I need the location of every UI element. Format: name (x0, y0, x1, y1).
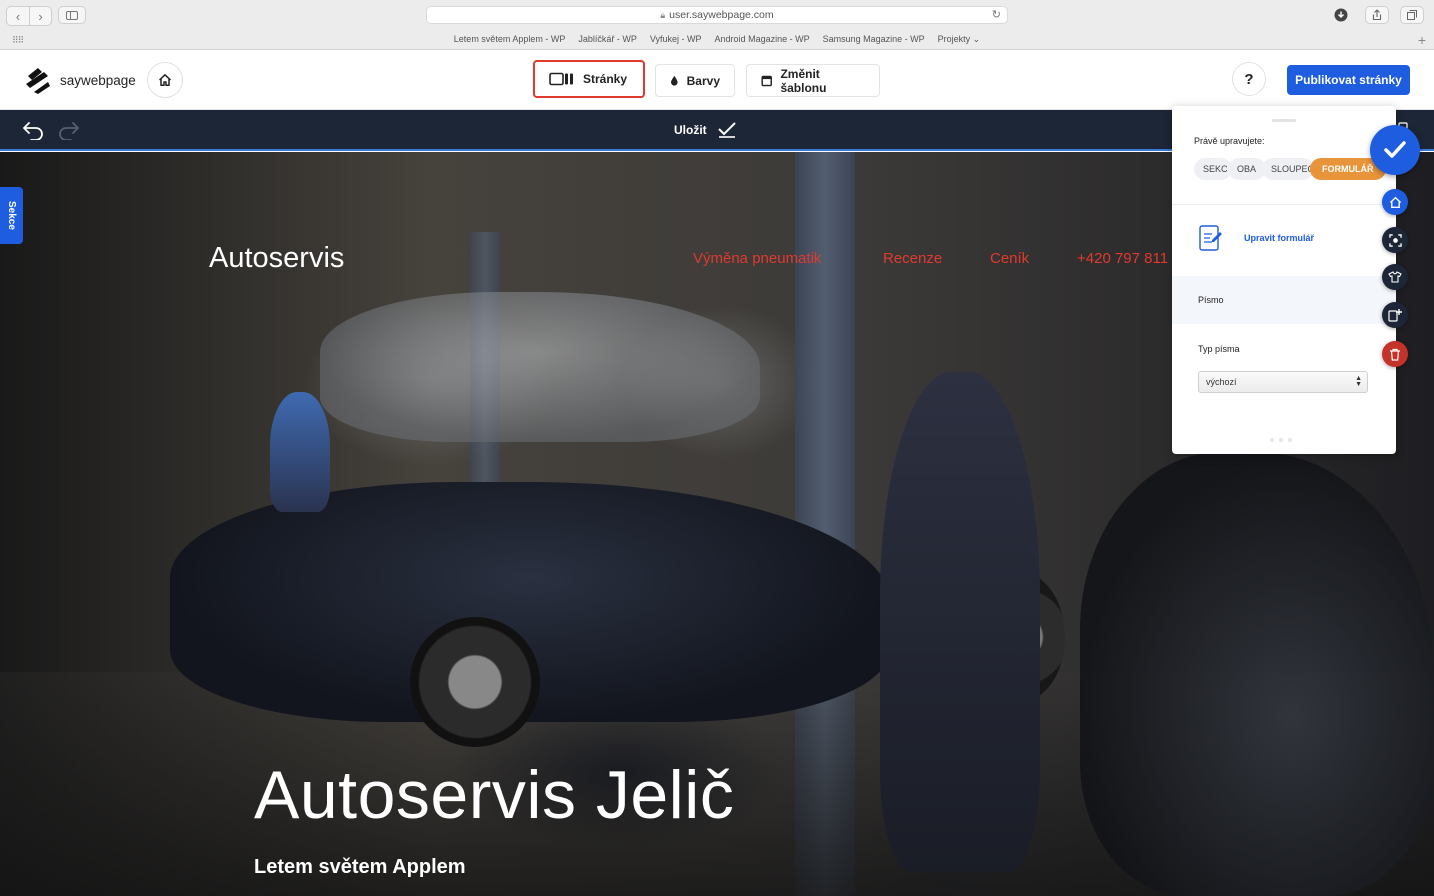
confirm-button[interactable] (1370, 125, 1420, 175)
lock-icon: 🔒︎ (660, 9, 666, 20)
pages-icon (549, 72, 573, 86)
sections-side-tab-label: Sekce (6, 201, 17, 230)
edit-form-icon (1199, 225, 1222, 251)
focus-action-button[interactable] (1382, 227, 1408, 253)
reload-icon[interactable]: ↻ (992, 8, 1001, 21)
bookmark-item[interactable]: Jablíčkář - WP (578, 34, 637, 48)
publish-button[interactable]: Publikovat stránky (1287, 65, 1410, 95)
browser-chrome: ‹ › 🔒︎ user.saywebpage.com ↻ ⠿⠿ Letem sv… (0, 0, 1434, 50)
chip-section[interactable]: SEKC (1194, 158, 1232, 180)
tab-colors[interactable]: Barvy (655, 64, 735, 97)
pagination-dots (1270, 438, 1292, 442)
add-element-icon (1388, 309, 1402, 322)
bookmark-item[interactable]: Letem světem Applem - WP (454, 34, 566, 48)
sidebar-icon (66, 10, 78, 20)
help-icon: ? (1244, 70, 1254, 88)
font-type-select[interactable]: výchozí ▲ ▼ (1198, 371, 1368, 393)
address-bar[interactable]: 🔒︎ user.saywebpage.com ↻ (426, 6, 1008, 24)
undo-icon[interactable] (22, 120, 46, 140)
delete-icon (1390, 348, 1400, 361)
template-icon (761, 75, 772, 86)
tabs-overview-icon[interactable] (1400, 6, 1424, 24)
bookmark-item[interactable]: Samsung Magazine - WP (823, 34, 925, 48)
browser-nav: ‹ › (6, 6, 52, 26)
edit-form-button[interactable]: Upravit formulář (1198, 224, 1314, 252)
tab-pages-label: Stránky (583, 72, 628, 86)
bookmarks-bar: Letem světem Applem - WP Jablíčkář - WP … (0, 34, 1434, 48)
tab-pages[interactable]: Stránky (533, 60, 645, 98)
new-tab-icon[interactable]: + (1414, 32, 1430, 48)
share-icon[interactable] (1365, 6, 1389, 24)
divider (1172, 204, 1396, 205)
nav-link-phone[interactable]: +420 797 811 0 (1077, 250, 1181, 267)
bookmark-item[interactable]: Android Magazine - WP (715, 34, 810, 48)
logo-text: saywebpage (60, 72, 136, 88)
nav-link-reviews[interactable]: Recenze (883, 250, 942, 267)
drag-handle[interactable] (1272, 119, 1296, 122)
focus-action-icon (1388, 233, 1402, 247)
hero-title[interactable]: Autoservis Jelič (254, 756, 734, 834)
font-type-label: Typ písma (1198, 344, 1240, 354)
hero-subtitle[interactable]: Letem světem Applem (254, 856, 466, 879)
sidebar-toggle-button[interactable] (58, 6, 86, 24)
logo[interactable]: saywebpage (22, 64, 136, 96)
delete-button[interactable] (1382, 341, 1408, 367)
chip-container[interactable]: OBA (1228, 158, 1266, 180)
drop-icon (671, 75, 678, 86)
bookmark-item[interactable]: Vyfukej - WP (650, 34, 702, 48)
style-action-icon (1388, 271, 1402, 283)
tab-colors-label: Barvy (686, 73, 720, 88)
home-action-icon (1389, 196, 1401, 208)
style-action-button[interactable] (1382, 264, 1408, 290)
saywebpage-logo-icon (26, 68, 50, 94)
font-type-value: výchozí (1206, 377, 1237, 387)
tab-change-template[interactable]: Změnit šablonu (746, 64, 880, 97)
forward-icon[interactable]: › (29, 7, 51, 25)
site-brand[interactable]: Autoservis (209, 242, 344, 275)
save-label: Uložit (674, 123, 707, 137)
home-icon (158, 74, 172, 86)
redo-icon[interactable] (56, 120, 80, 140)
edit-form-label: Upravit formulář (1244, 233, 1315, 243)
download-icon[interactable] (1329, 6, 1353, 24)
font-section[interactable]: Písmo (1172, 276, 1396, 324)
tab-change-template-label: Změnit šablonu (780, 66, 827, 95)
app-header: saywebpage Stránky Barvy Změnit šablonu … (0, 50, 1434, 110)
editing-label: Právě upravujete: (1194, 136, 1265, 146)
font-section-label: Písmo (1198, 295, 1224, 305)
nav-link-tires[interactable]: Výměna pneumatik (693, 250, 821, 267)
select-arrows-icon: ▲ ▼ (1355, 375, 1362, 388)
home-action-button[interactable] (1382, 189, 1408, 215)
back-icon[interactable]: ‹ (7, 7, 29, 25)
save-button[interactable]: Uložit (674, 122, 737, 138)
address-url: user.saywebpage.com (669, 9, 774, 21)
edit-panel: Právě upravujete: SEKC OBA SLOUPEC FORMU… (1172, 106, 1396, 454)
nav-link-pricing[interactable]: Ceník (990, 250, 1029, 267)
element-breadcrumb: SEKC OBA SLOUPEC FORMULÁŘ (1194, 158, 1386, 180)
bookmark-folder[interactable]: Projekty ⌄ (938, 34, 981, 48)
help-button[interactable]: ? (1232, 62, 1266, 96)
checkmark-icon (717, 122, 736, 138)
check-icon (1384, 141, 1406, 158)
chip-column[interactable]: SLOUPEC (1262, 158, 1314, 180)
add-element-button[interactable] (1382, 302, 1408, 328)
home-button[interactable] (147, 62, 183, 98)
sections-side-tab[interactable]: Sekce (0, 187, 23, 244)
